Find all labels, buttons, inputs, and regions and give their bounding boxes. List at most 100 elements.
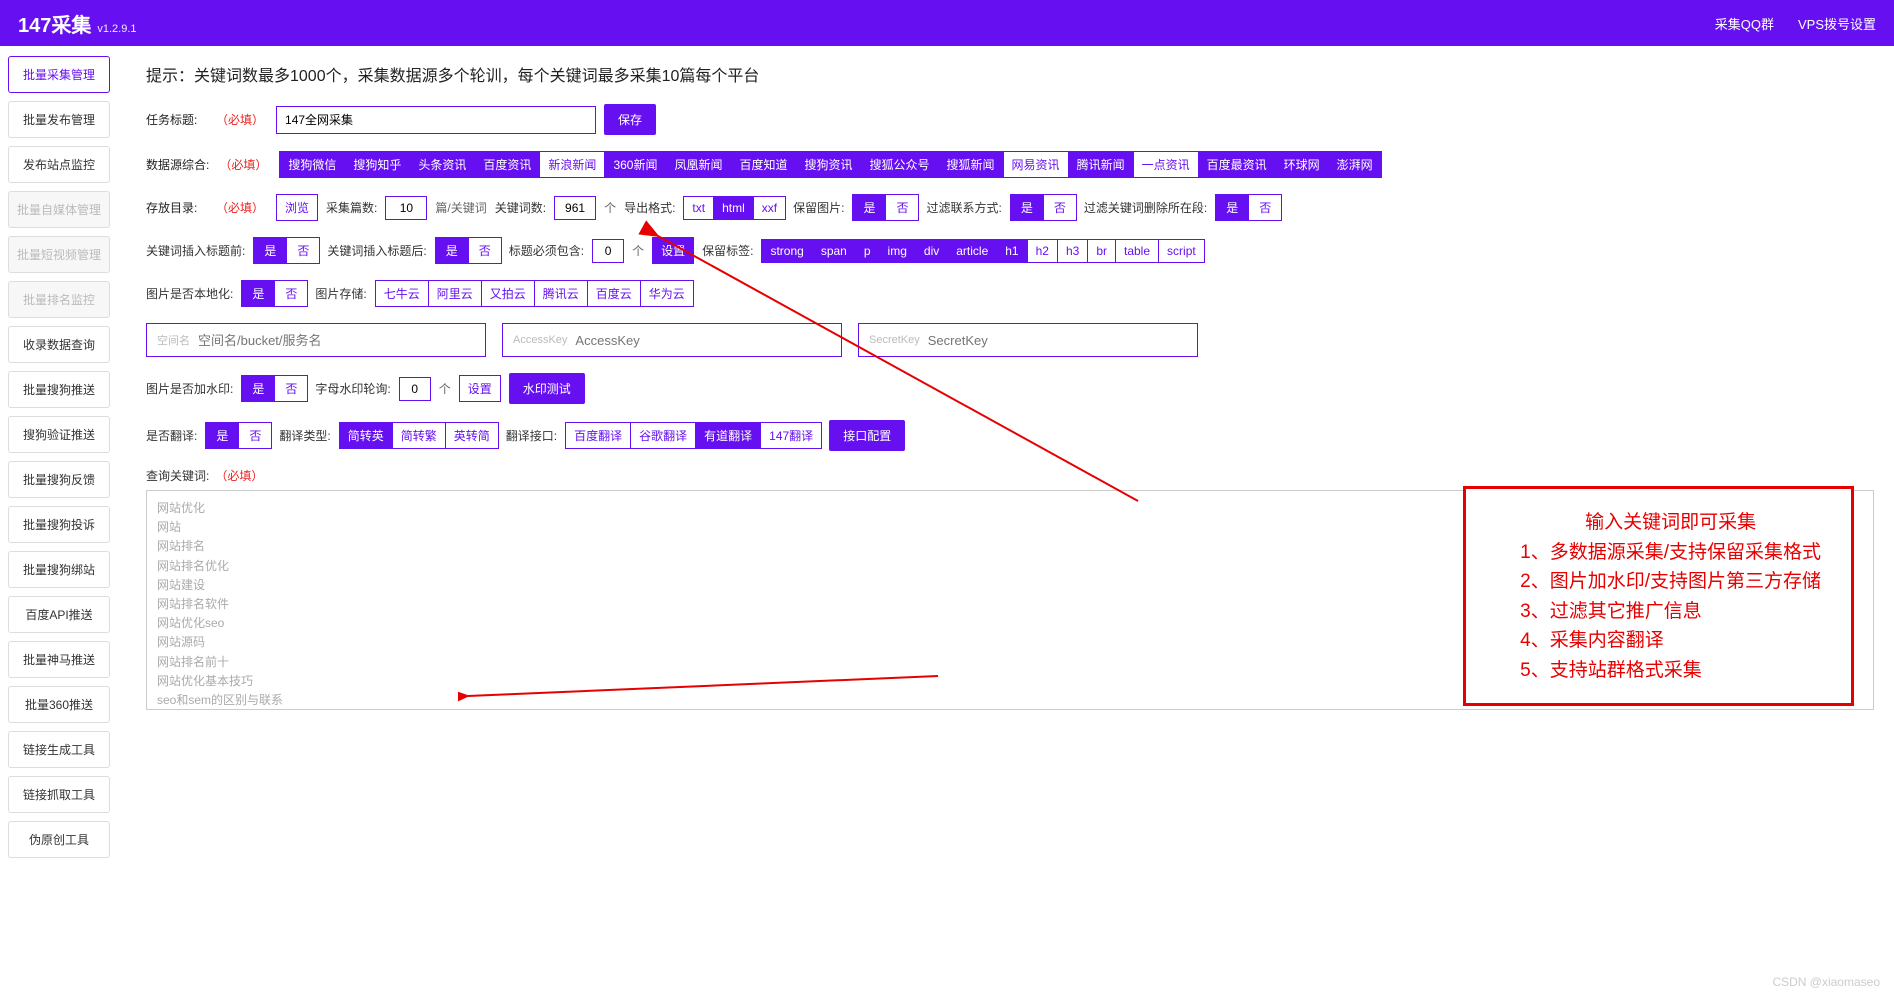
sidebar-item-8[interactable]: 搜狗验证推送	[8, 416, 110, 453]
accesskey-field[interactable]: AccessKey	[502, 323, 842, 357]
transtype-tag-2[interactable]: 英转简	[445, 422, 499, 449]
source-tag-7[interactable]: 百度知道	[730, 151, 796, 178]
sidebar-item-4: 批量短视频管理	[8, 236, 110, 273]
sidebar-item-14[interactable]: 批量360推送	[8, 686, 110, 723]
keeptag-10[interactable]: table	[1115, 239, 1159, 263]
source-tag-4[interactable]: 新浪新闻	[539, 151, 605, 178]
keepimg-opt-0[interactable]: 是	[852, 194, 886, 221]
imglocal-opt-0[interactable]: 是	[241, 280, 275, 307]
store-tag-3[interactable]: 腾讯云	[534, 280, 588, 307]
keeptag-9[interactable]: br	[1087, 239, 1116, 263]
trans-opt-0[interactable]: 是	[205, 422, 239, 449]
source-tag-12[interactable]: 腾讯新闻	[1068, 151, 1134, 178]
transapi-tag-3[interactable]: 147翻译	[760, 422, 822, 449]
transapi-tag-2[interactable]: 有道翻译	[695, 422, 761, 449]
sidebar-item-7[interactable]: 批量搜狗推送	[8, 371, 110, 408]
sidebar-item-10[interactable]: 批量搜狗投诉	[8, 506, 110, 543]
sidebar-item-0[interactable]: 批量采集管理	[8, 56, 110, 93]
fmt-tag-2[interactable]: xxf	[753, 196, 786, 220]
transtype-tag-1[interactable]: 简转繁	[392, 422, 446, 449]
keeptag-1[interactable]: span	[812, 239, 856, 263]
sidebar-item-2[interactable]: 发布站点监控	[8, 146, 110, 183]
transapi-tag-0[interactable]: 百度翻译	[565, 422, 631, 449]
pre-opt-1[interactable]: 否	[286, 237, 320, 264]
brand: 147采集 v1.2.9.1	[18, 9, 137, 38]
source-tag-0[interactable]: 搜狗微信	[279, 151, 345, 178]
sidebar-item-9[interactable]: 批量搜狗反馈	[8, 461, 110, 498]
save-button[interactable]: 保存	[604, 104, 656, 135]
secretkey-field[interactable]: SecretKey	[858, 323, 1198, 357]
wm-opt-0[interactable]: 是	[241, 375, 275, 402]
transtype-tag-0[interactable]: 简转英	[339, 422, 393, 449]
wmrot-input[interactable]	[399, 377, 431, 401]
keepimg-opt-1[interactable]: 否	[885, 194, 919, 221]
accesskey-input[interactable]	[575, 333, 831, 348]
transapi-tag-1[interactable]: 谷歌翻译	[630, 422, 696, 449]
source-tag-2[interactable]: 头条资讯	[409, 151, 475, 178]
sidebar-item-11[interactable]: 批量搜狗绑站	[8, 551, 110, 588]
trans-opt-1[interactable]: 否	[238, 422, 272, 449]
keeptag-5[interactable]: article	[947, 239, 997, 263]
source-tag-14[interactable]: 百度最资讯	[1198, 151, 1276, 178]
store-tag-2[interactable]: 又拍云	[481, 280, 535, 307]
post-opt-0[interactable]: 是	[435, 237, 469, 264]
source-tag-9[interactable]: 搜狐公众号	[861, 151, 939, 178]
secretkey-input[interactable]	[928, 333, 1187, 348]
space-input[interactable]	[198, 333, 475, 348]
keeptag-6[interactable]: h1	[996, 239, 1027, 263]
keeptag-3[interactable]: img	[879, 239, 916, 263]
filter-opt-1[interactable]: 否	[1043, 194, 1077, 221]
source-tag-1[interactable]: 搜狗知乎	[344, 151, 410, 178]
store-tag-1[interactable]: 阿里云	[428, 280, 482, 307]
must-set-button[interactable]: 设置	[652, 237, 694, 264]
sidebar-item-15[interactable]: 链接生成工具	[8, 731, 110, 768]
keeptag-7[interactable]: h2	[1027, 239, 1058, 263]
filter-opt-0[interactable]: 是	[1010, 194, 1044, 221]
post-opt-1[interactable]: 否	[468, 237, 502, 264]
keeptag-11[interactable]: script	[1158, 239, 1205, 263]
annotation-line-0: 1、多数据源采集/支持保留采集格式	[1520, 538, 1821, 567]
keeptag-label: 保留标签:	[702, 242, 753, 259]
source-tag-11[interactable]: 网易资讯	[1003, 151, 1069, 178]
wm-opt-1[interactable]: 否	[274, 375, 308, 402]
source-tag-10[interactable]: 搜狐新闻	[938, 151, 1004, 178]
kwcount-input[interactable]	[554, 196, 596, 220]
keeptag-2[interactable]: p	[855, 239, 880, 263]
sidebar-item-16[interactable]: 链接抓取工具	[8, 776, 110, 813]
source-tag-8[interactable]: 搜狗资讯	[796, 151, 862, 178]
store-tag-5[interactable]: 华为云	[640, 280, 694, 307]
source-tag-6[interactable]: 凤凰新闻	[665, 151, 731, 178]
fmt-tag-0[interactable]: txt	[683, 196, 714, 220]
trans-config-button[interactable]: 接口配置	[829, 420, 905, 451]
source-tag-13[interactable]: 一点资讯	[1133, 151, 1199, 178]
link-vps[interactable]: VPS拨号设置	[1798, 14, 1876, 33]
store-tag-4[interactable]: 百度云	[587, 280, 641, 307]
sidebar-item-12[interactable]: 百度API推送	[8, 596, 110, 633]
source-tag-15[interactable]: 环球网	[1275, 151, 1329, 178]
del-opt-0[interactable]: 是	[1215, 194, 1249, 221]
keeptag-8[interactable]: h3	[1057, 239, 1088, 263]
sidebar-item-1[interactable]: 批量发布管理	[8, 101, 110, 138]
count-input[interactable]	[385, 196, 427, 220]
source-tag-16[interactable]: 澎湃网	[1328, 151, 1382, 178]
wmrot-set-button[interactable]: 设置	[459, 375, 501, 402]
browse-button[interactable]: 浏览	[276, 194, 318, 221]
source-tag-3[interactable]: 百度资讯	[474, 151, 540, 178]
sidebar-item-6[interactable]: 收录数据查询	[8, 326, 110, 363]
fmt-tag-1[interactable]: html	[713, 196, 754, 220]
sidebar-item-13[interactable]: 批量神马推送	[8, 641, 110, 678]
del-opt-1[interactable]: 否	[1248, 194, 1282, 221]
keeptag-0[interactable]: strong	[761, 239, 812, 263]
space-field[interactable]: 空间名	[146, 323, 486, 357]
source-tag-5[interactable]: 360新闻	[604, 151, 666, 178]
store-tag-0[interactable]: 七牛云	[375, 280, 429, 307]
sidebar-item-17[interactable]: 伪原创工具	[8, 821, 110, 858]
keeptag-4[interactable]: div	[915, 239, 948, 263]
pre-opt-0[interactable]: 是	[253, 237, 287, 264]
imglocal-opt-1[interactable]: 否	[274, 280, 308, 307]
must-input[interactable]	[592, 239, 624, 263]
wm-test-button[interactable]: 水印测试	[509, 373, 585, 404]
row-insert: 关键词插入标题前: 是否 关键词插入标题后: 是否 标题必须包含: 个 设置 保…	[146, 237, 1874, 264]
task-title-input[interactable]	[276, 106, 596, 134]
link-qq[interactable]: 采集QQ群	[1715, 14, 1774, 33]
